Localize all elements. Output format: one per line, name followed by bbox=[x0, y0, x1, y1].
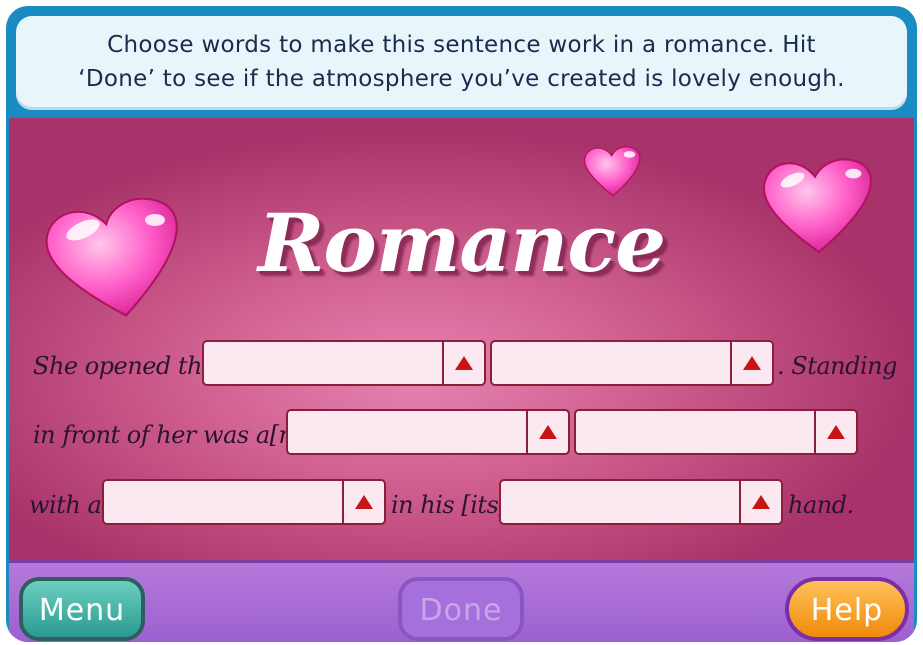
dropdown-arrow-button[interactable] bbox=[342, 481, 384, 523]
dropdown-arrow-button[interactable] bbox=[730, 342, 772, 384]
word-dropdown[interactable] bbox=[102, 479, 386, 525]
sentence-text: in front of her was a[n] bbox=[33, 421, 303, 449]
up-arrow-icon bbox=[355, 495, 373, 509]
page-title: Romance bbox=[257, 196, 666, 290]
instructions-line-1: Choose words to make this sentence work … bbox=[107, 32, 816, 58]
sentence-text: . Standing bbox=[777, 352, 897, 380]
romance-stage: Romance She opened the . Standing in fro… bbox=[9, 118, 914, 560]
sentence-text: hand. bbox=[788, 491, 854, 519]
word-dropdown[interactable] bbox=[286, 409, 570, 455]
sentence-text: with a bbox=[29, 491, 102, 519]
word-dropdown[interactable] bbox=[202, 340, 486, 386]
dropdown-arrow-button[interactable] bbox=[814, 411, 856, 453]
dropdown-arrow-button[interactable] bbox=[442, 342, 484, 384]
up-arrow-icon bbox=[827, 425, 845, 439]
bottom-bar: Menu Done Help bbox=[9, 560, 914, 642]
help-button[interactable]: Help bbox=[785, 577, 909, 641]
word-dropdown[interactable] bbox=[499, 479, 783, 525]
dropdown-arrow-button[interactable] bbox=[739, 481, 781, 523]
sentence-text: She opened the bbox=[33, 352, 216, 380]
up-arrow-icon bbox=[752, 495, 770, 509]
heart-icon bbox=[583, 146, 641, 197]
instructions-text: Choose words to make this sentence work … bbox=[16, 28, 907, 96]
word-dropdown[interactable] bbox=[490, 340, 774, 386]
up-arrow-icon bbox=[539, 425, 557, 439]
instructions-panel: Choose words to make this sentence work … bbox=[16, 16, 907, 110]
word-dropdown[interactable] bbox=[574, 409, 858, 455]
instructions-line-2: ‘Done’ to see if the atmosphere you’ve c… bbox=[78, 66, 845, 92]
done-button[interactable]: Done bbox=[398, 577, 524, 641]
game-frame: Choose words to make this sentence work … bbox=[6, 6, 917, 642]
dropdown-arrow-button[interactable] bbox=[526, 411, 568, 453]
up-arrow-icon bbox=[743, 356, 761, 370]
up-arrow-icon bbox=[455, 356, 473, 370]
sentence-text: in his [its] bbox=[391, 491, 508, 519]
menu-button[interactable]: Menu bbox=[19, 577, 145, 641]
